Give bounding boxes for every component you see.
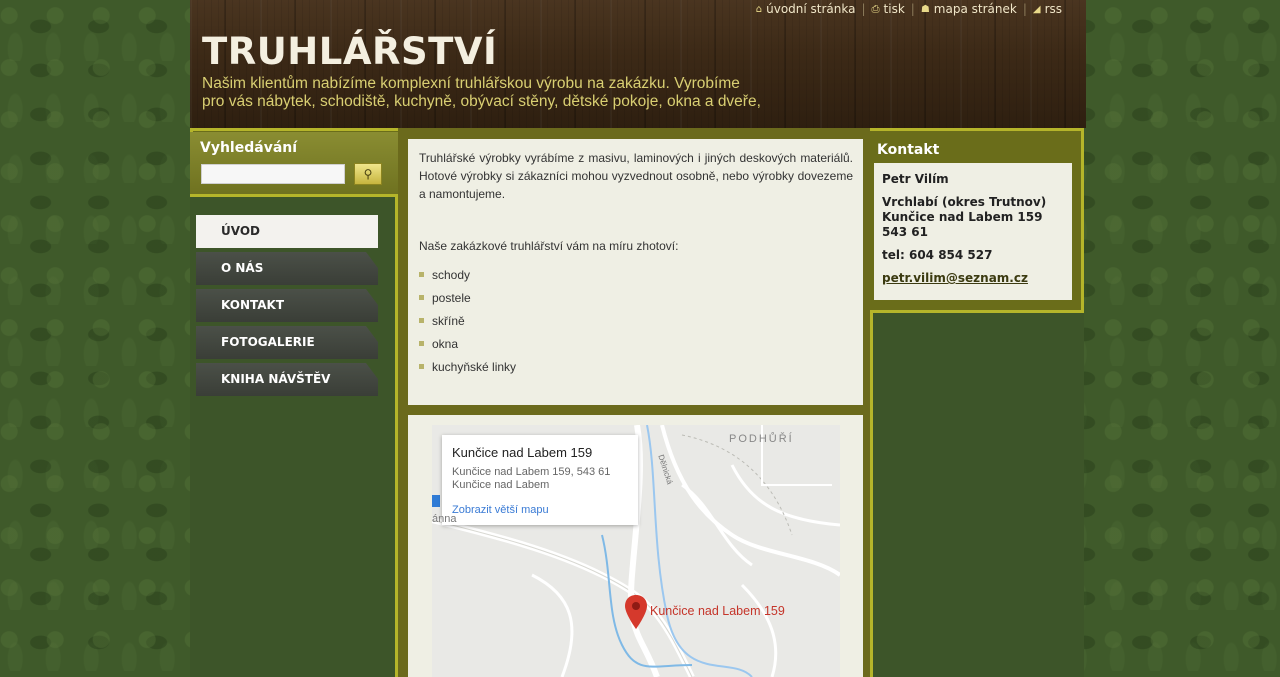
menu-item-kniha-navstev[interactable]: KNIHA NÁVŠTĚV [196, 363, 378, 396]
contact-phone: tel: 604 854 527 [882, 248, 993, 262]
rss-icon: ◢ [1032, 3, 1041, 15]
search-input[interactable] [201, 164, 345, 184]
contact-email-link[interactable]: petr.vilim@seznam.cz [882, 271, 1028, 285]
site-title[interactable]: TRUHLÁŘSTVÍ [202, 30, 497, 73]
search-button[interactable]: ⚲ [354, 163, 382, 185]
map-area-label: PODHŮŘÍ [729, 433, 794, 445]
bullet-icon [419, 272, 424, 277]
slogan-line: Našim klientům nabízíme komplexní truhlá… [202, 75, 740, 92]
slogan-line: pro vás nábytek, schodiště, kuchyně, obý… [202, 93, 761, 110]
search-title: Vyhledávání [200, 140, 298, 156]
map-card-title: Kunčice nad Labem 159 [452, 445, 593, 460]
bullet-icon [419, 364, 424, 369]
contact-city: Vrchlabí (okres Trutnov) [882, 195, 1047, 209]
contact-title: Kontakt [877, 142, 940, 158]
bullet-icon [419, 295, 424, 300]
contact-panel: Petr Vilím Vrchlabí (okres Trutnov) Kunč… [874, 163, 1072, 300]
separator: | [861, 2, 866, 16]
home-link[interactable]: ⌂ úvodní stránka [756, 2, 856, 16]
list-intro: Naše zakázkové truhlářství vám na míru z… [419, 239, 679, 253]
bullet-icon [419, 318, 424, 323]
magnifier-icon: ⚲ [363, 167, 373, 181]
home-icon: ⌂ [755, 3, 763, 15]
sitemap-icon: ☗ [920, 3, 930, 15]
intro-text: Truhlářské výrobky vyrábíme z masivu, la… [419, 151, 853, 201]
map-info-card: Kunčice nad Labem 159 Kunčice nad Labem … [442, 435, 638, 525]
service-list: schody postele skříně okna kuchyňské lin… [419, 263, 853, 378]
contact-street: Kunčice nad Labem 159 [882, 210, 1043, 224]
contact-name: Petr Vilím [882, 172, 949, 186]
top-navigation: ⌂ úvodní stránka | ⎙ tisk | ☗ mapa stránek … [756, 2, 1062, 16]
printer-icon: ⎙ [871, 3, 880, 15]
map-pin-icon[interactable] [625, 595, 647, 629]
separator: | [1022, 2, 1027, 16]
map-card-address: Kunčice nad Labem 159, 543 61 Kunčice na… [452, 466, 611, 491]
contact-zip: 543 61 [882, 225, 928, 239]
site-header: ⌂ úvodní stránka | ⎙ tisk | ☗ mapa stránek … [190, 0, 1086, 128]
main-menu: ÚVOD O NÁS KONTAKT FOTOGALERIE KNIHA NÁV… [196, 215, 378, 400]
sitemap-link[interactable]: ☗ mapa stránek [921, 2, 1017, 16]
larger-map-link[interactable]: Zobrazit větší mapu [452, 504, 628, 516]
map-fragment-label: ánna [432, 513, 457, 525]
menu-item-kontakt[interactable]: KONTAKT [196, 289, 378, 322]
bullet-icon [419, 341, 424, 346]
list-item: okna [419, 332, 853, 355]
content-panel: Truhlářské výrobky vyrábíme z masivu, la… [408, 139, 863, 405]
separator: | [910, 2, 915, 16]
list-item: skříně [419, 309, 853, 332]
menu-item-uvod[interactable]: ÚVOD [196, 215, 378, 248]
list-item: kuchyňské linky [419, 355, 853, 378]
menu-item-fotogalerie[interactable]: FOTOGALERIE [196, 326, 378, 359]
list-item: schody [419, 263, 853, 286]
site-slogan: Našim klientům nabízíme komplexní truhlá… [202, 75, 762, 111]
rss-link[interactable]: ◢ rss [1033, 2, 1062, 16]
menu-item-o-nas[interactable]: O NÁS [196, 252, 378, 285]
list-item: postele [419, 286, 853, 309]
map-pin-label: Kunčice nad Labem 159 [650, 604, 785, 618]
print-link[interactable]: ⎙ tisk [872, 2, 905, 16]
right-column-frame [870, 310, 1084, 677]
embedded-map[interactable]: Kunčice nad Labem 159 Kunčice nad Labem … [432, 425, 840, 677]
